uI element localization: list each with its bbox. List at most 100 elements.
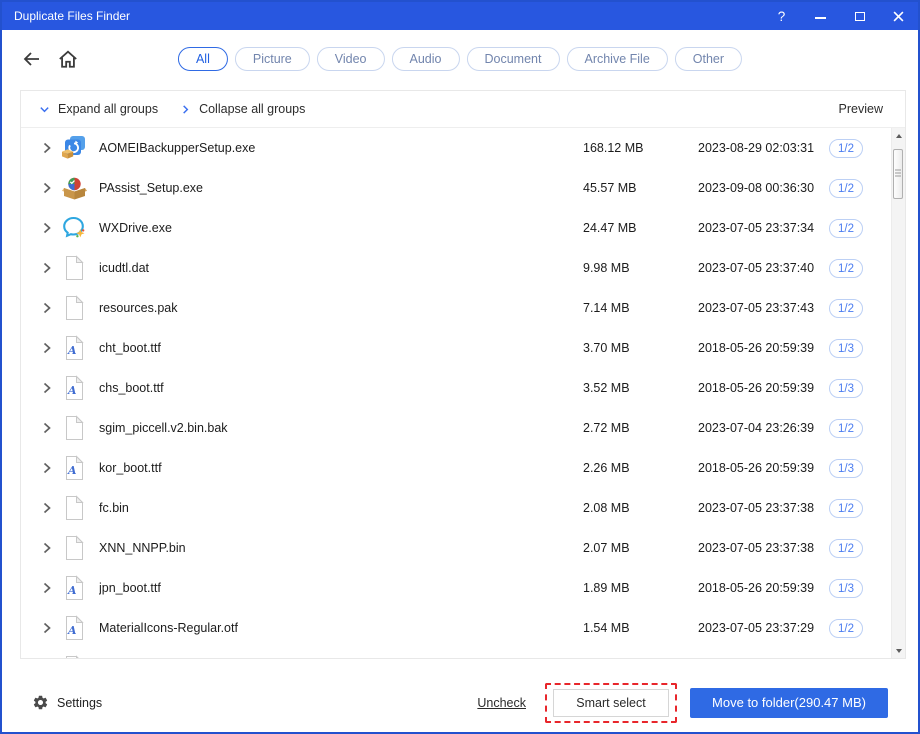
- aomei-app-icon: [61, 135, 87, 161]
- uncheck-link[interactable]: Uncheck: [471, 695, 532, 711]
- file-row[interactable]: A chs_boot.ttf 3.52 MB 2018-05-26 20:59:…: [21, 368, 891, 408]
- file-date: 2018-05-26 20:59:39: [698, 381, 815, 395]
- scroll-up-button[interactable]: [892, 128, 905, 143]
- file-row[interactable]: sgim_piccell.v2.bin.bak 2.72 MB 2023-07-…: [21, 408, 891, 448]
- collapse-all-groups-button[interactable]: Collapse all groups: [180, 102, 305, 116]
- filter-tab-audio[interactable]: Audio: [391, 47, 460, 71]
- svg-text:A: A: [67, 464, 77, 477]
- file-row[interactable]: resources.pak 7.14 MB 2023-07-05 23:37:4…: [21, 288, 891, 328]
- document-icon: [61, 295, 87, 321]
- file-size: 1.89 MB: [583, 581, 630, 595]
- home-button[interactable]: [57, 49, 79, 69]
- passist-app-icon: [61, 175, 87, 201]
- titlebar: Duplicate Files Finder ?: [2, 2, 918, 30]
- duplicate-files-finder-window: { "window": { "title": "Duplicate Files …: [0, 0, 920, 734]
- expand-row-chevron[interactable]: [41, 582, 59, 594]
- settings-label: Settings: [57, 695, 103, 710]
- file-size: 2.26 MB: [583, 461, 630, 475]
- smart-select-button[interactable]: Smart select: [553, 688, 669, 717]
- file-row[interactable]: XNN_NNPP.bin 2.07 MB 2023-07-05 23:37:38…: [21, 528, 891, 568]
- window-title: Duplicate Files Finder: [14, 9, 131, 23]
- file-name: WXDrive.exe: [99, 221, 172, 235]
- file-row[interactable]: A kor_boot.ttf 2.26 MB 2018-05-26 20:59:…: [21, 448, 891, 488]
- back-button[interactable]: [22, 50, 41, 68]
- file-row[interactable]: PAssist_Setup.exe 45.57 MB 2023-09-08 00…: [21, 168, 891, 208]
- file-row[interactable]: A jpn_boot.ttf 1.89 MB 2018-05-26 20:59:…: [21, 568, 891, 608]
- close-button[interactable]: [879, 2, 918, 30]
- file-size: 9.98 MB: [583, 261, 630, 275]
- expand-row-chevron[interactable]: [41, 462, 59, 474]
- filter-tab-all[interactable]: All: [177, 47, 228, 71]
- filter-tab-video[interactable]: Video: [316, 47, 385, 71]
- file-date: 2023-07-05 23:37:40: [698, 261, 815, 275]
- file-row[interactable]: WXDrive.exe 24.47 MB 2023-07-05 23:37:34…: [21, 208, 891, 248]
- window-controls: ?: [762, 2, 918, 30]
- document-icon: [61, 535, 87, 561]
- scrollbar-thumb[interactable]: [893, 149, 903, 199]
- expand-row-chevron[interactable]: [41, 222, 59, 234]
- expand-row-chevron[interactable]: [41, 182, 59, 194]
- file-row[interactable]: A cht_boot.ttf 3.70 MB 2018-05-26 20:59:…: [21, 328, 891, 368]
- expand-row-chevron[interactable]: [41, 622, 59, 634]
- file-size: 45.57 MB: [583, 181, 637, 195]
- file-row[interactable]: icudtl.dat 9.98 MB 2023-07-05 23:37:40 1…: [21, 248, 891, 288]
- scrollbar[interactable]: [891, 128, 905, 658]
- minimize-button[interactable]: [801, 2, 840, 30]
- file-row[interactable]: [21, 648, 891, 658]
- expand-row-chevron[interactable]: [41, 422, 59, 434]
- expand-row-chevron[interactable]: [41, 342, 59, 354]
- home-icon: [59, 50, 77, 68]
- file-size: 168.12 MB: [583, 141, 644, 155]
- svg-text:A: A: [67, 624, 77, 637]
- expand-row-chevron[interactable]: [41, 262, 59, 274]
- file-row[interactable]: AOMEIBackupperSetup.exe 168.12 MB 2023-0…: [21, 128, 891, 168]
- file-size: 2.08 MB: [583, 501, 630, 515]
- expand-row-chevron[interactable]: [41, 142, 59, 154]
- filter-tab-picture[interactable]: Picture: [234, 47, 310, 71]
- settings-button[interactable]: Settings: [32, 694, 102, 711]
- file-row[interactable]: fc.bin 2.08 MB 2023-07-05 23:37:38 1/2: [21, 488, 891, 528]
- scroll-down-button[interactable]: [892, 643, 905, 658]
- duplicate-count-badge: 1/2: [829, 498, 863, 518]
- file-name: AOMEIBackupperSetup.exe: [99, 141, 256, 155]
- document-icon: [61, 495, 87, 521]
- file-name: icudtl.dat: [99, 261, 150, 275]
- file-name: MaterialIcons-Regular.otf: [99, 621, 238, 635]
- font-file-icon: A: [61, 615, 87, 641]
- preview-toggle[interactable]: Preview: [833, 101, 889, 117]
- expand-row-chevron[interactable]: [41, 542, 59, 554]
- svg-text:A: A: [67, 384, 77, 397]
- filter-tab-archive-file[interactable]: Archive File: [566, 47, 668, 71]
- move-to-folder-button[interactable]: Move to folder(290.47 MB): [690, 687, 888, 718]
- expand-row-chevron[interactable]: [41, 302, 59, 314]
- file-size: 24.47 MB: [583, 221, 637, 235]
- file-name: kor_boot.ttf: [99, 461, 162, 475]
- chevron-right-icon: [183, 104, 189, 114]
- file-name: sgim_piccell.v2.bin.bak: [99, 421, 228, 435]
- help-button[interactable]: ?: [762, 2, 801, 30]
- expand-row-chevron[interactable]: [41, 382, 59, 394]
- filter-tab-other[interactable]: Other: [674, 47, 743, 71]
- document-icon: [61, 415, 87, 441]
- scroll-up-icon: [895, 133, 902, 138]
- filter-tab-document[interactable]: Document: [466, 47, 560, 71]
- gear-icon: [33, 695, 48, 710]
- expand-row-chevron[interactable]: [41, 502, 59, 514]
- maximize-button[interactable]: [840, 2, 879, 30]
- document-icon: [61, 255, 87, 281]
- file-size: 3.70 MB: [583, 341, 630, 355]
- duplicate-count-badge: 1/2: [829, 538, 863, 558]
- expand-all-groups-button[interactable]: Expand all groups: [39, 102, 158, 116]
- duplicate-count-badge: 1/2: [829, 418, 863, 438]
- scroll-down-icon: [895, 648, 902, 653]
- duplicate-count-badge: 1/2: [829, 218, 863, 238]
- file-date: 2023-08-29 02:03:31: [698, 141, 815, 155]
- file-date: 2023-07-05 23:37:29: [698, 621, 815, 635]
- maximize-icon: [854, 11, 865, 21]
- file-name: XNN_NNPP.bin: [99, 541, 186, 555]
- font-file-icon: A: [61, 455, 87, 481]
- footer-bar: Settings Uncheck Smart select Move to fo…: [2, 673, 918, 732]
- back-arrow-icon: [23, 52, 39, 66]
- file-row[interactable]: A MaterialIcons-Regular.otf 1.54 MB 2023…: [21, 608, 891, 648]
- file-name: chs_boot.ttf: [99, 381, 164, 395]
